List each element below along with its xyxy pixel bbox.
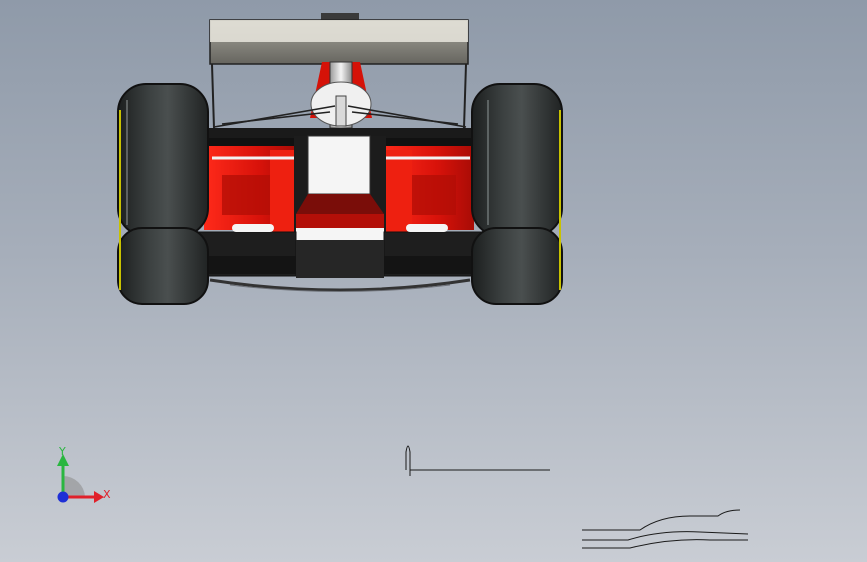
wing-endplate-right [463, 63, 467, 129]
sketch-profile-bottom [582, 539, 748, 549]
rear-light-panel [307, 135, 371, 195]
wing-top-surface [210, 20, 468, 42]
cad-viewport[interactable]: Y X [0, 0, 867, 562]
x-axis-label: X [103, 488, 111, 501]
sketch-profile-mid [582, 531, 749, 541]
center-diffuser [294, 135, 386, 240]
right-rear-tire [471, 83, 563, 305]
sketch-geometry [405, 445, 749, 549]
center-pillar [310, 61, 372, 129]
y-axis-label: Y [58, 445, 66, 458]
sketch-profile-top [582, 509, 741, 531]
left-bodywork [204, 138, 308, 235]
sketch-hook [405, 445, 411, 476]
pillar-core [335, 95, 347, 127]
left-rear-tire [117, 83, 209, 305]
z-axis-dot [57, 491, 69, 503]
wing-endplate-left [211, 63, 215, 129]
right-bodywork [372, 138, 474, 235]
coordinate-triad: Y X [57, 445, 111, 503]
